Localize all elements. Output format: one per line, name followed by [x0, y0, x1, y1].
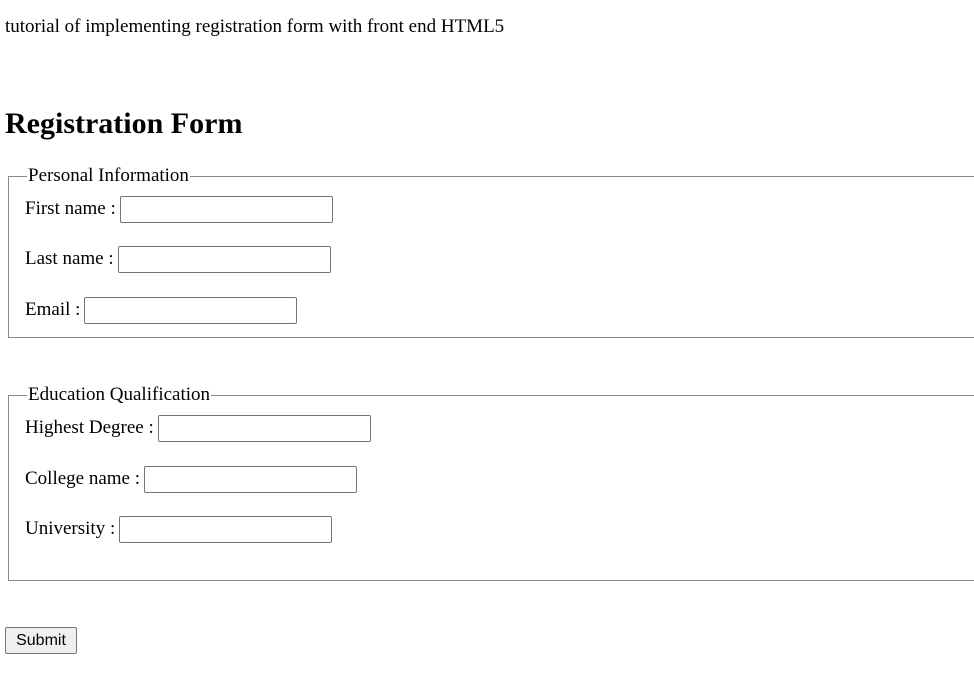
- college-name-label: College name :: [25, 468, 141, 489]
- education-qualification-fieldset: Education Qualification Highest Degree :…: [8, 384, 974, 581]
- email-row: Email :: [25, 296, 298, 324]
- college-name-input[interactable]: [144, 465, 358, 493]
- highest-degree-label: Highest Degree :: [25, 417, 154, 438]
- submit-button[interactable]: Submit: [5, 627, 77, 654]
- university-label: University :: [25, 518, 116, 539]
- highest-degree-row: Highest Degree :: [25, 414, 371, 442]
- email-label: Email :: [25, 299, 81, 320]
- last-name-row: Last name :: [25, 245, 331, 273]
- personal-information-legend: Personal Information: [27, 165, 190, 187]
- college-name-row: College name :: [25, 465, 358, 493]
- last-name-input[interactable]: [117, 245, 331, 273]
- first-name-label: First name :: [25, 198, 116, 219]
- first-name-row: First name :: [25, 195, 333, 223]
- page-title: Registration Form: [5, 107, 243, 140]
- university-input[interactable]: [119, 515, 333, 543]
- first-name-input[interactable]: [119, 195, 333, 223]
- personal-information-fieldset: Personal Information First name : Last n…: [8, 165, 974, 338]
- intro-text: tutorial of implementing registration fo…: [5, 16, 505, 37]
- last-name-label: Last name :: [25, 248, 114, 269]
- highest-degree-input[interactable]: [157, 414, 371, 442]
- education-qualification-legend: Education Qualification: [27, 384, 212, 406]
- email-input[interactable]: [84, 296, 298, 324]
- university-row: University :: [25, 515, 333, 543]
